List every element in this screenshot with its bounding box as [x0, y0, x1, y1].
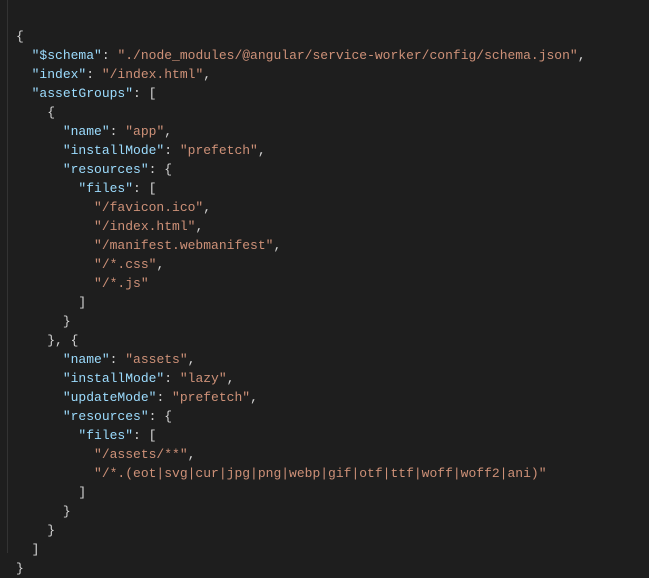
json-value: "/favicon.ico" — [94, 200, 203, 215]
editor-gutter — [0, 0, 8, 553]
json-key: "name" — [63, 124, 110, 139]
json-key: "files" — [78, 428, 133, 443]
json-key: "$schema" — [32, 48, 102, 63]
json-value: "/index.html" — [94, 219, 195, 234]
json-value: "/manifest.webmanifest" — [94, 238, 273, 253]
json-value: "/*.(eot|svg|cur|jpg|png|webp|gif|otf|tt… — [94, 466, 546, 481]
code-editor[interactable]: { "$schema": "./node_modules/@angular/se… — [0, 0, 649, 553]
json-value: "app" — [125, 124, 164, 139]
code-content[interactable]: { "$schema": "./node_modules/@angular/se… — [8, 0, 586, 553]
json-key: "installMode" — [63, 143, 164, 158]
json-key: "resources" — [63, 409, 149, 424]
json-key: "assetGroups" — [32, 86, 133, 101]
json-value: "assets" — [125, 352, 187, 367]
json-value: "/*.js" — [94, 276, 149, 291]
json-value: "/*.css" — [94, 257, 156, 272]
json-key: "installMode" — [63, 371, 164, 386]
json-value: "prefetch" — [172, 390, 250, 405]
json-key: "resources" — [63, 162, 149, 177]
json-value: "prefetch" — [180, 143, 258, 158]
json-key: "index" — [32, 67, 87, 82]
json-value: "/assets/**" — [94, 447, 188, 462]
json-key: "updateMode" — [63, 390, 157, 405]
json-key: "files" — [78, 181, 133, 196]
json-value: "lazy" — [180, 371, 227, 386]
json-value: "./node_modules/@angular/service-worker/… — [117, 48, 577, 63]
json-key: "name" — [63, 352, 110, 367]
json-value: "/index.html" — [102, 67, 203, 82]
